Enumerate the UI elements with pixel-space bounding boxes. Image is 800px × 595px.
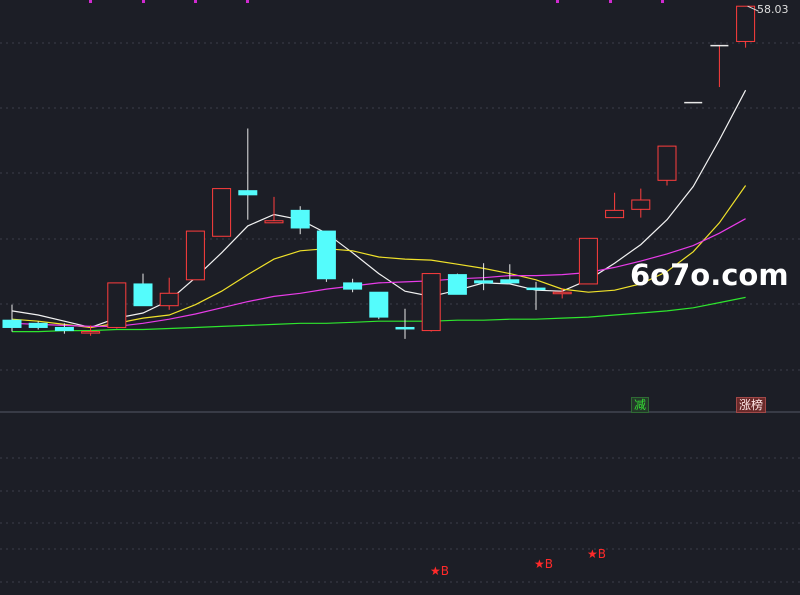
candle <box>107 282 127 329</box>
candle-body <box>212 188 232 237</box>
buy-signal: ★B <box>430 564 449 578</box>
top-tick-mark <box>556 0 559 3</box>
candle-body <box>500 279 520 284</box>
max-price-label: 58.03 <box>757 3 789 16</box>
kline-chart <box>0 0 800 583</box>
candle <box>736 5 756 48</box>
candle <box>133 273 153 307</box>
candle-body <box>447 274 467 295</box>
top-gainer-tag: 涨榜 <box>736 397 767 413</box>
top-marks <box>89 0 759 12</box>
candle <box>212 188 232 237</box>
candle-body <box>290 209 310 229</box>
candle-body <box>264 220 284 224</box>
buy-signal: ★B <box>587 547 606 561</box>
top-tick-mark <box>661 0 664 3</box>
candle <box>2 304 22 332</box>
candle-body <box>552 291 572 295</box>
candle <box>447 273 467 295</box>
candle <box>631 188 651 218</box>
candle-body <box>133 283 153 307</box>
candle <box>369 291 389 320</box>
candle-body <box>81 331 101 334</box>
top-tick-mark <box>194 0 197 3</box>
candle-body <box>526 287 546 291</box>
candle-body <box>2 319 22 328</box>
reduce-tag: 减 <box>631 397 650 413</box>
candle-body <box>474 280 494 284</box>
candle <box>710 44 729 88</box>
candle-body <box>657 145 677 181</box>
candle <box>343 278 363 293</box>
candle <box>159 277 179 310</box>
candle-body <box>369 291 389 318</box>
buy-signal: ★B <box>534 557 553 571</box>
candle-body <box>54 326 74 332</box>
candle <box>578 237 598 285</box>
candle-body <box>316 230 336 280</box>
candle-body <box>28 322 48 328</box>
top-tick-mark <box>246 0 249 3</box>
top-tick-mark <box>142 0 145 3</box>
candle <box>500 264 520 284</box>
candle <box>290 206 310 235</box>
candle-body <box>159 292 179 307</box>
top-tick-mark <box>609 0 612 3</box>
candle-body <box>107 282 127 328</box>
candle <box>421 273 441 332</box>
candle <box>395 308 415 339</box>
candle <box>316 230 336 282</box>
candle <box>238 128 258 220</box>
candle-body <box>578 237 598 285</box>
candle-body <box>605 209 625 219</box>
top-tick-mark <box>89 0 92 3</box>
candle-body <box>343 282 363 290</box>
candle <box>264 196 284 224</box>
candle <box>185 230 205 281</box>
candle-body <box>631 199 651 210</box>
candle <box>526 281 546 310</box>
site-watermark: 6o7o.com <box>630 258 789 292</box>
candle-body <box>185 230 205 281</box>
candle <box>605 192 625 219</box>
candle-body <box>238 190 258 196</box>
candle <box>657 145 677 186</box>
candle-body <box>395 326 415 330</box>
candle-body <box>736 5 756 42</box>
candle-body <box>421 273 441 332</box>
